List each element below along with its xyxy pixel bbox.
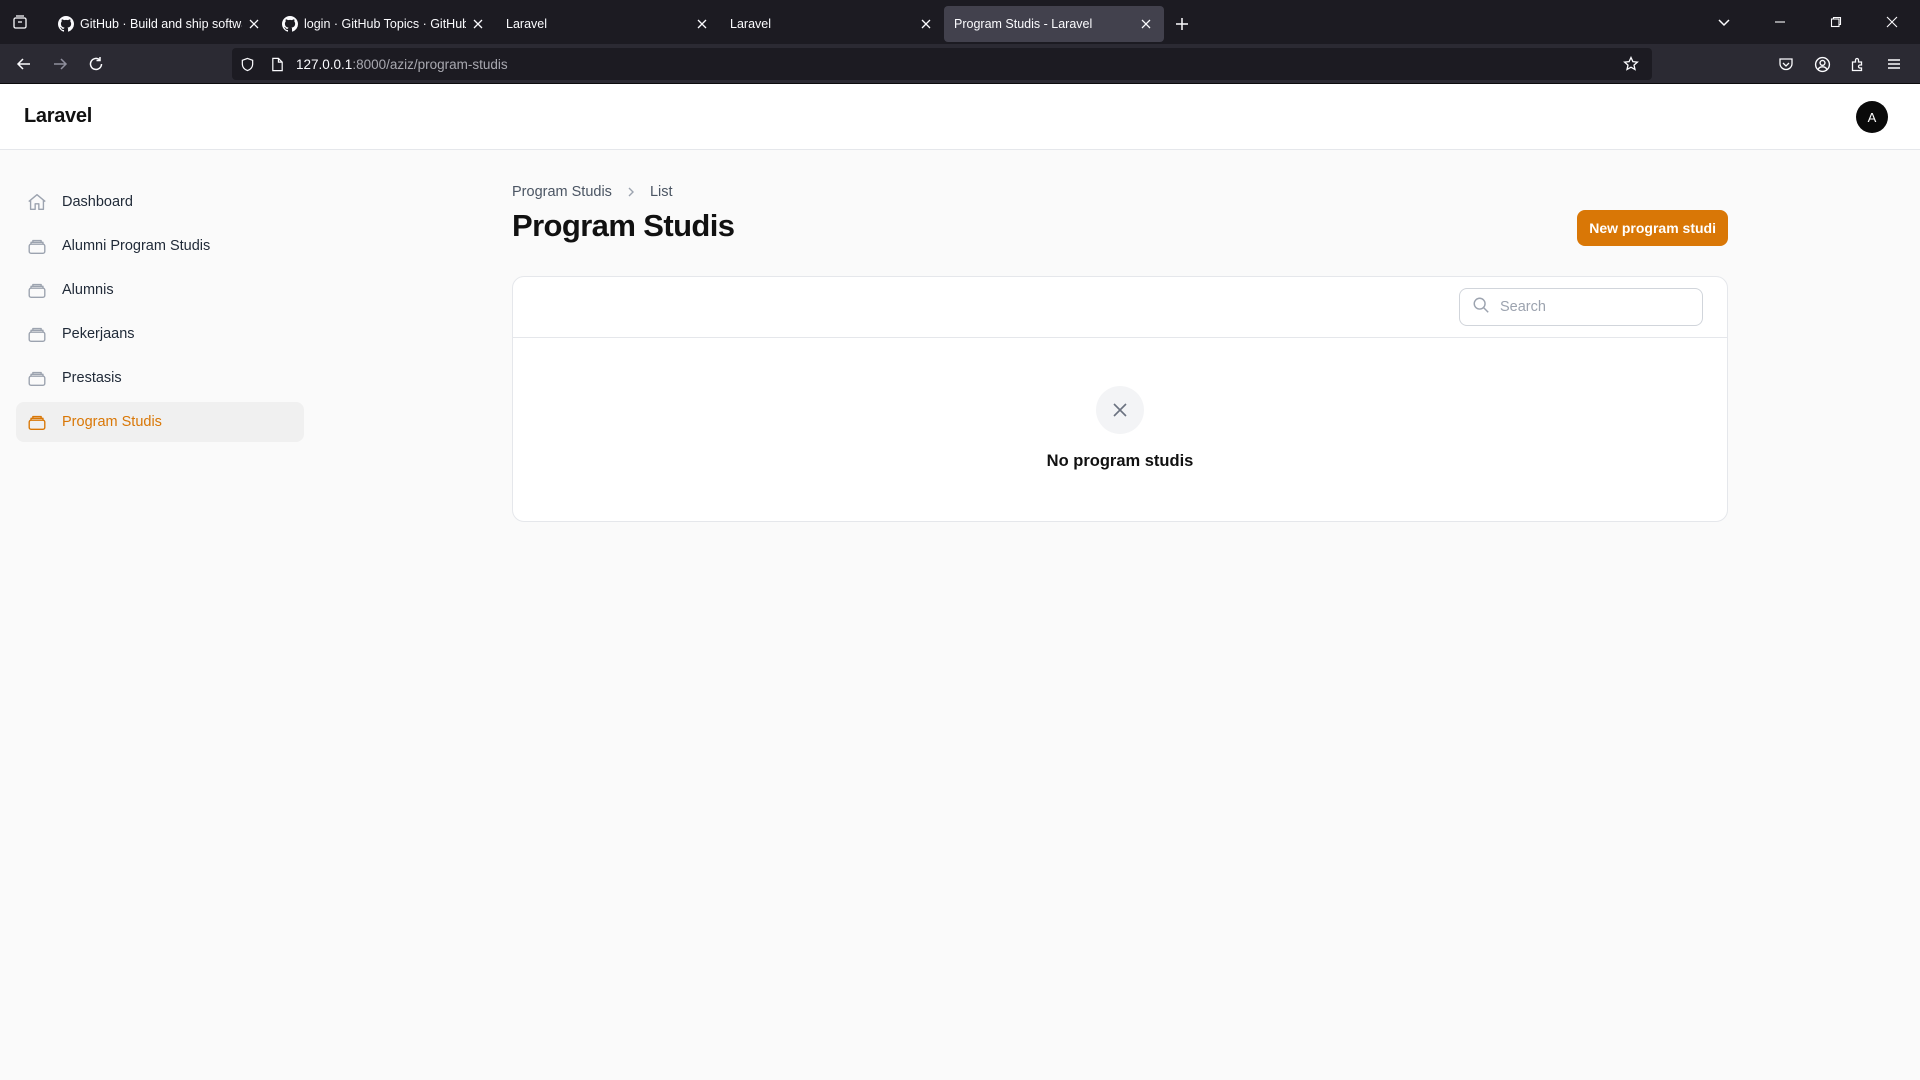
browser-navigation-bar: 127.0.0.1:8000/aziz/program-studis: [0, 44, 1920, 84]
account-icon[interactable]: [1804, 48, 1840, 80]
browser-tab-github[interactable]: GitHub · Build and ship software: [48, 6, 272, 42]
sidebar-item-label: Pekerjaans: [62, 326, 135, 342]
new-program-studi-button[interactable]: New program studi: [1577, 210, 1728, 246]
app-topbar: Laravel A: [0, 84, 1920, 150]
restore-icon[interactable]: [1808, 0, 1864, 44]
page-title: Program Studis: [512, 208, 735, 243]
collection-icon: [26, 279, 48, 301]
table-header: [513, 277, 1727, 338]
minimize-icon[interactable]: [1752, 0, 1808, 44]
x-mark-icon: [1113, 403, 1127, 417]
empty-state-icon-circle: [1096, 386, 1144, 434]
browser-tab-laravel-1[interactable]: Laravel: [496, 6, 720, 42]
breadcrumb-item-program-studis[interactable]: Program Studis: [512, 184, 612, 200]
github-icon: [58, 16, 75, 32]
sidebar-item-program-studis[interactable]: Program Studis: [16, 402, 304, 442]
close-window-icon[interactable]: [1864, 0, 1920, 44]
sidebar-item-label: Dashboard: [62, 194, 133, 210]
home-icon: [26, 191, 48, 213]
search-field[interactable]: [1459, 288, 1703, 326]
collection-icon: [26, 235, 48, 257]
search-input[interactable]: [1500, 299, 1680, 315]
sidebar: Dashboard Alumni Program Studis Alumnis …: [16, 182, 304, 446]
collection-icon: [26, 323, 48, 345]
tab-title: Laravel: [730, 17, 771, 31]
main-content: Program Studis List Program Studis New p…: [512, 182, 1728, 522]
url-text[interactable]: 127.0.0.1:8000/aziz/program-studis: [296, 57, 508, 72]
github-icon: [282, 16, 299, 32]
close-icon[interactable]: [694, 16, 710, 32]
pocket-icon[interactable]: [1768, 48, 1804, 80]
tab-title: Laravel: [506, 17, 547, 31]
collection-icon: [26, 411, 48, 433]
close-icon[interactable]: [470, 16, 486, 32]
sidebar-item-pekerjaans[interactable]: Pekerjaans: [16, 314, 304, 354]
list-all-tabs-chevron-down-icon[interactable]: [1696, 0, 1752, 44]
search-icon: [1472, 296, 1490, 319]
sidebar-item-prestasis[interactable]: Prestasis: [16, 358, 304, 398]
brand-logo[interactable]: Laravel: [24, 105, 92, 128]
sidebar-item-label: Program Studis: [62, 414, 162, 430]
close-icon[interactable]: [918, 16, 934, 32]
chevron-right-icon: [626, 186, 636, 198]
bookmark-star-icon[interactable]: [1616, 48, 1646, 80]
shield-icon[interactable]: [232, 48, 262, 80]
sidebar-item-dashboard[interactable]: Dashboard: [16, 182, 304, 222]
browser-tab-github-topics[interactable]: login · GitHub Topics · GitHub: [272, 6, 496, 42]
browser-tab-laravel-2[interactable]: Laravel: [720, 6, 944, 42]
browser-tab-program-studis[interactable]: Program Studis - Laravel: [944, 6, 1164, 42]
empty-state: No program studis: [513, 338, 1727, 522]
tab-title: Program Studis - Laravel: [954, 17, 1093, 31]
table-card: No program studis: [512, 276, 1728, 522]
forward-arrow-icon[interactable]: [42, 48, 78, 80]
tab-title: GitHub · Build and ship software: [80, 17, 242, 31]
back-arrow-icon[interactable]: [6, 48, 42, 80]
url-host: 127.0.0.1: [296, 56, 353, 72]
sidebar-item-label: Alumnis: [62, 282, 114, 298]
tab-overview-icon[interactable]: [0, 0, 40, 44]
sidebar-item-label: Alumni Program Studis: [62, 238, 211, 254]
url-bar[interactable]: 127.0.0.1:8000/aziz/program-studis: [232, 48, 1652, 80]
collection-icon: [26, 367, 48, 389]
menu-hamburger-icon[interactable]: [1876, 48, 1912, 80]
page-icon[interactable]: [262, 48, 292, 80]
tab-title: login · GitHub Topics · GitHub: [304, 17, 466, 31]
breadcrumb-item-list: List: [649, 184, 673, 200]
extensions-puzzle-icon[interactable]: [1840, 48, 1876, 80]
url-path: :8000/aziz/program-studis: [352, 56, 508, 72]
reload-icon[interactable]: [78, 48, 114, 80]
sidebar-item-label: Prestasis: [62, 370, 122, 386]
sidebar-item-alumni-program-studis[interactable]: Alumni Program Studis: [16, 226, 304, 266]
new-tab-button[interactable]: [1164, 6, 1200, 42]
breadcrumb: Program Studis List: [512, 182, 1728, 202]
empty-state-text: No program studis: [1046, 452, 1194, 470]
page-content: Laravel A Dashboard Alumni Program Studi…: [0, 84, 1920, 1080]
avatar[interactable]: A: [1856, 101, 1888, 133]
browser-tab-strip: GitHub · Build and ship software login ·…: [0, 0, 1920, 44]
sidebar-item-alumnis[interactable]: Alumnis: [16, 270, 304, 310]
close-icon[interactable]: [1138, 16, 1154, 32]
close-icon[interactable]: [246, 16, 262, 32]
